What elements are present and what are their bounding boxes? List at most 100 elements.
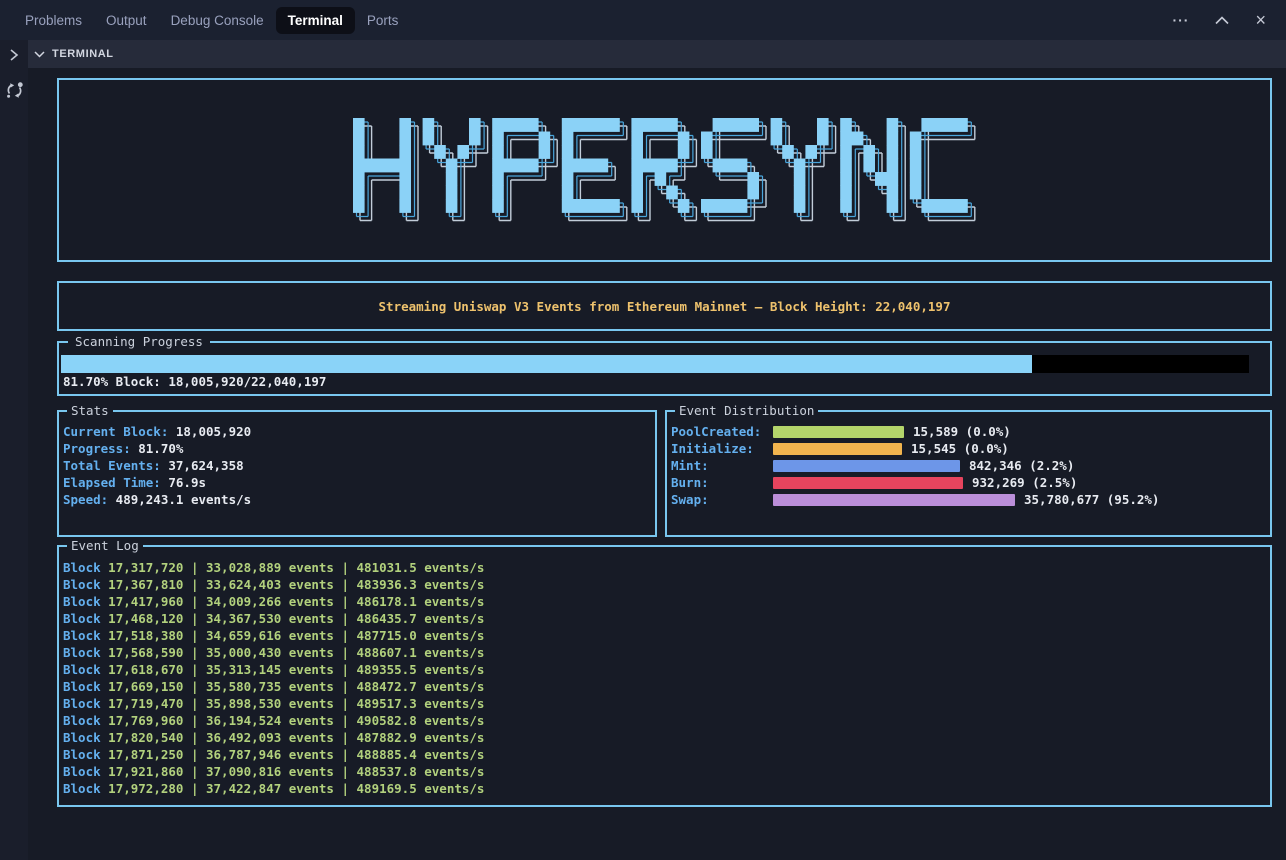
tab-debug-console[interactable]: Debug Console <box>159 7 276 34</box>
panel-tabs: ProblemsOutputDebug ConsoleTerminalPorts <box>0 7 410 34</box>
stat-value: 76.9s <box>161 475 206 490</box>
banner-box <box>57 78 1272 262</box>
event-distribution-box: Event Distribution PoolCreated:15,589 (0… <box>665 410 1272 537</box>
log-block-word: Block <box>63 577 101 592</box>
distribution-label: Swap: <box>671 492 773 507</box>
distribution-box-title: Event Distribution <box>675 403 818 419</box>
stat-row: Elapsed Time: 76.9s <box>63 474 655 491</box>
tab-ports[interactable]: Ports <box>355 7 411 34</box>
log-row-values: 17,568,590 | 35,000,430 events | 488607.… <box>101 645 485 660</box>
log-row-values: 17,618,670 | 35,313,145 events | 489355.… <box>101 662 485 677</box>
close-panel-icon[interactable]: × <box>1255 11 1266 29</box>
event-log-row: Block 17,568,590 | 35,000,430 events | 4… <box>63 644 1270 661</box>
stat-label: Elapsed Time: <box>63 475 161 490</box>
distribution-bar <box>773 477 963 489</box>
panel-column: TERMINAL Streaming Uniswap V3 Events fro… <box>28 40 1286 860</box>
distribution-bar <box>773 443 902 455</box>
side-strip <box>0 40 28 860</box>
more-actions-icon[interactable]: ··· <box>1172 13 1189 27</box>
distribution-label: Burn: <box>671 475 773 490</box>
log-row-values: 17,820,540 | 36,492,093 events | 487882.… <box>101 730 485 745</box>
log-block-word: Block <box>63 594 101 609</box>
log-row-values: 17,518,380 | 34,659,616 events | 487715.… <box>101 628 485 643</box>
stat-row: Current Block: 18,005,920 <box>63 423 655 440</box>
log-row-values: 17,669,150 | 35,580,735 events | 488472.… <box>101 679 485 694</box>
stats-box-title: Stats <box>67 403 113 419</box>
stats-distribution-row: Stats Current Block: 18,005,920Progress:… <box>57 410 1272 537</box>
stat-row: Speed: 489,243.1 events/s <box>63 491 655 508</box>
progress-bar-fill <box>61 355 1032 373</box>
stat-value: 37,624,358 <box>161 458 244 473</box>
progress-box-title: Scanning Progress <box>68 334 210 350</box>
log-block-word: Block <box>63 628 101 643</box>
stat-label: Progress: <box>63 441 131 456</box>
distribution-bar <box>773 460 960 472</box>
stat-label: Current Block: <box>63 424 168 439</box>
event-log-row: Block 17,719,470 | 35,898,530 events | 4… <box>63 695 1270 712</box>
stat-row: Progress: 81.70% <box>63 440 655 457</box>
event-log-row: Block 17,972,280 | 37,422,847 events | 4… <box>63 780 1270 797</box>
subtitle-box: Streaming Uniswap V3 Events from Ethereu… <box>57 281 1272 331</box>
event-log-row: Block 17,618,670 | 35,313,145 events | 4… <box>63 661 1270 678</box>
log-row-values: 17,972,280 | 37,422,847 events | 489169.… <box>101 781 485 796</box>
log-row-values: 17,921,860 | 37,090,816 events | 488537.… <box>101 764 485 779</box>
maximize-panel-icon[interactable] <box>1215 16 1229 25</box>
log-block-word: Block <box>63 662 101 677</box>
distribution-label: PoolCreated: <box>671 424 773 439</box>
expand-chevron-icon[interactable] <box>9 48 19 67</box>
distribution-label: Mint: <box>671 458 773 473</box>
stat-value: 489,243.1 events/s <box>108 492 251 507</box>
log-block-word: Block <box>63 696 101 711</box>
tab-problems[interactable]: Problems <box>13 7 94 34</box>
tab-output[interactable]: Output <box>94 7 159 34</box>
log-block-word: Block <box>63 730 101 745</box>
log-block-word: Block <box>63 747 101 762</box>
stream-subtitle: Streaming Uniswap V3 Events from Ethereu… <box>379 299 951 314</box>
log-block-word: Block <box>63 560 101 575</box>
log-block-word: Block <box>63 611 101 626</box>
panel-title: TERMINAL <box>52 48 114 60</box>
log-block-word: Block <box>63 679 101 694</box>
stat-row: Total Events: 37,624,358 <box>63 457 655 474</box>
log-block-word: Block <box>63 781 101 796</box>
scanning-progress-box: Scanning Progress 81.70% Block: 18,005,9… <box>57 341 1272 396</box>
progress-label: 81.70% Block: 18,005,920/22,040,197 <box>61 374 1270 389</box>
log-row-values: 17,468,120 | 34,367,530 events | 486435.… <box>101 611 485 626</box>
stat-value: 81.70% <box>131 441 184 456</box>
panel-header: TERMINAL <box>28 40 1286 68</box>
distribution-value: 15,589 (0.0%) <box>913 424 1011 439</box>
distribution-row: Swap:35,780,677 (95.2%) <box>671 491 1270 508</box>
progress-bar-track <box>61 355 1249 373</box>
vscode-bottom-panel: ProblemsOutputDebug ConsoleTerminalPorts… <box>0 0 1286 860</box>
distribution-bar <box>773 494 1015 506</box>
distribution-row: Initialize: 15,545 (0.0%) <box>671 440 1270 457</box>
log-row-values: 17,769,960 | 36,194,524 events | 490582.… <box>101 713 485 728</box>
distribution-row: PoolCreated: 15,589 (0.0%) <box>671 423 1270 440</box>
terminal-viewport[interactable]: Streaming Uniswap V3 Events from Ethereu… <box>28 68 1286 860</box>
stat-label: Total Events: <box>63 458 161 473</box>
sync-extension-icon[interactable] <box>5 81 24 105</box>
stat-value: 18,005,920 <box>168 424 251 439</box>
event-log-row: Block 17,669,150 | 35,580,735 events | 4… <box>63 678 1270 695</box>
stats-rows: Current Block: 18,005,920Progress: 81.70… <box>63 423 655 508</box>
event-log-row: Block 17,769,960 | 36,194,524 events | 4… <box>63 712 1270 729</box>
distribution-label: Initialize: <box>671 441 773 456</box>
event-log-row: Block 17,317,720 | 33,028,889 events | 4… <box>63 559 1270 576</box>
distribution-value: 15,545 (0.0%) <box>911 441 1009 456</box>
distribution-bar <box>773 426 904 438</box>
log-box-title: Event Log <box>67 538 143 554</box>
distribution-row: Burn: 932,269 (2.5%) <box>671 474 1270 491</box>
stats-box: Stats Current Block: 18,005,920Progress:… <box>57 410 657 537</box>
hypersync-ascii-banner <box>353 118 976 222</box>
event-log-box: Event Log Block 17,317,720 | 33,028,889 … <box>57 545 1272 807</box>
collapse-chevron-icon[interactable] <box>34 51 45 58</box>
log-row-values: 17,317,720 | 33,028,889 events | 481031.… <box>101 560 485 575</box>
distribution-value: 842,346 (2.2%) <box>969 458 1074 473</box>
tab-terminal[interactable]: Terminal <box>276 7 355 34</box>
log-row-values: 17,719,470 | 35,898,530 events | 489517.… <box>101 696 485 711</box>
event-log-row: Block 17,871,250 | 36,787,946 events | 4… <box>63 746 1270 763</box>
log-block-word: Block <box>63 713 101 728</box>
tabbar-actions: ··· × <box>1172 11 1286 29</box>
distribution-value: 932,269 (2.5%) <box>972 475 1077 490</box>
log-row-values: 17,367,810 | 33,624,403 events | 483936.… <box>101 577 485 592</box>
